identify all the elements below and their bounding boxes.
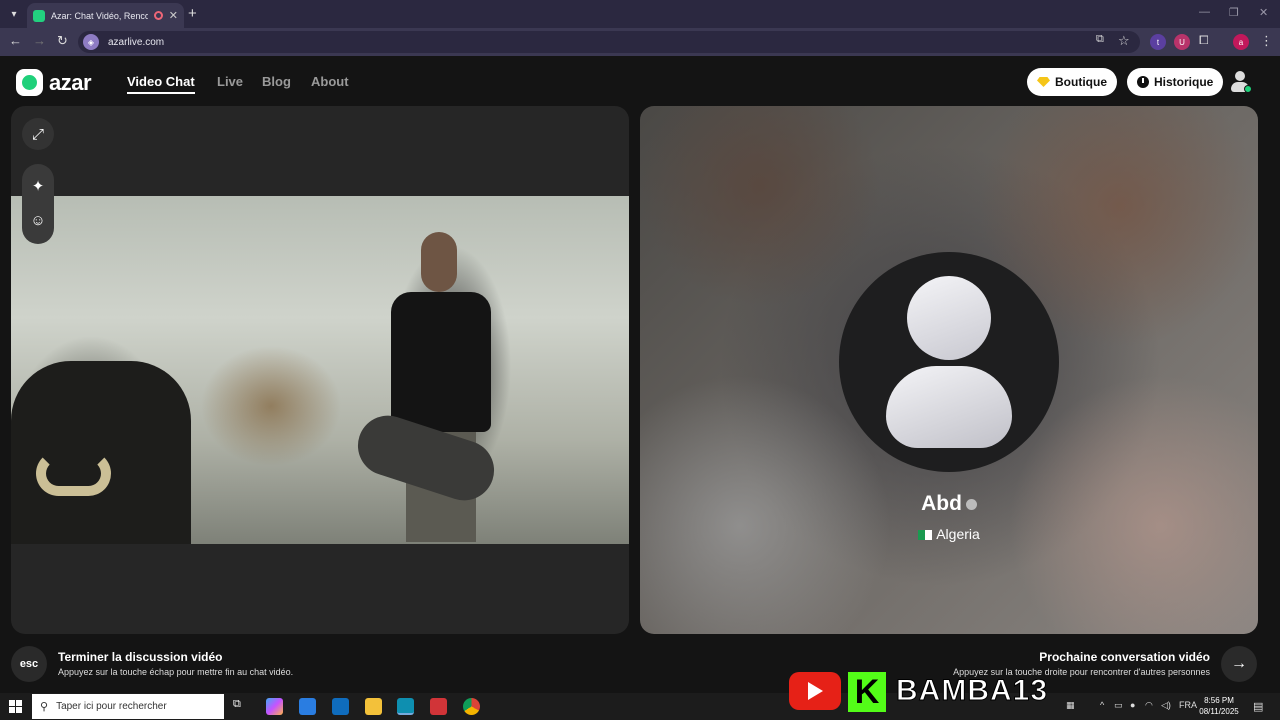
copilot-icon[interactable] [266, 698, 283, 715]
browser-tab-bar: ▾ Azar: Chat Vidéo, Rencontre ✕ + — ❐ ✕ [0, 0, 1280, 28]
clock-icon [1137, 76, 1149, 88]
face-mask-icon[interactable]: ☺ [22, 204, 54, 236]
youtube-logo-icon [789, 672, 841, 710]
user-avatar-icon[interactable] [1228, 70, 1252, 94]
task-view-icon[interactable]: ⧉ [233, 698, 250, 715]
recording-icon [153, 11, 163, 20]
browser-toolbar: ← → ↻ ◈ azarlive.com ⧉ ☆ t U ⧠ a ⋮ [0, 28, 1280, 56]
browser-tab[interactable]: Azar: Chat Vidéo, Rencontre ✕ [27, 3, 184, 28]
nav-about[interactable]: About [311, 74, 349, 89]
partner-country: Algeria [936, 526, 980, 542]
clock-time: 8:56 PM [1204, 696, 1234, 705]
extension-shield-icon[interactable]: U [1174, 34, 1190, 50]
chrome-icon[interactable] [463, 698, 480, 715]
nav-live[interactable]: Live [217, 74, 243, 89]
app-icon[interactable] [430, 698, 447, 715]
profile-icon[interactable]: a [1233, 34, 1249, 50]
windows-start-icon[interactable] [9, 700, 22, 713]
file-explorer-icon[interactable] [365, 698, 382, 715]
tab-search-icon[interactable]: ▾ [4, 4, 24, 24]
self-video-panel: ⤢ ✦ ☺ [11, 106, 629, 634]
volume-icon[interactable]: ◁) [1161, 700, 1171, 711]
forward-icon[interactable]: → [33, 33, 46, 48]
partner-name: Abd [921, 492, 962, 515]
expand-icon[interactable]: ⤢ [22, 118, 54, 150]
clock-date: 08/11/2025 [1199, 707, 1239, 716]
historique-label: Historique [1154, 75, 1214, 89]
windows-taskbar: ⚲ Taper ici pour rechercher ⧉ ▦ ^ ▭ ● ◠ … [0, 693, 1280, 720]
wifi-icon[interactable]: ◠ [1145, 700, 1153, 711]
partner-country-row: Algeria [640, 526, 1258, 542]
reload-icon[interactable]: ↻ [57, 33, 68, 49]
restore-icon[interactable]: ❐ [1229, 6, 1239, 19]
self-person [376, 232, 506, 542]
azar-page: azar Video Chat Live Blog About Boutique… [0, 56, 1280, 693]
gaming-chair [11, 361, 191, 544]
sparkle-effects-icon[interactable]: ✦ [22, 170, 54, 202]
next-chat-title: Prochaine conversation vidéo [1039, 650, 1210, 664]
tab-title: Azar: Chat Vidéo, Rencontre [51, 10, 148, 21]
diamond-icon [1037, 77, 1050, 87]
azar-logo-icon [16, 69, 43, 96]
boutique-button[interactable]: Boutique [1027, 68, 1117, 96]
effects-toolbar: ✦ ☺ [22, 164, 54, 244]
install-app-icon[interactable]: ⧉ [1096, 33, 1104, 46]
verified-badge-icon [965, 498, 977, 510]
azar-logo[interactable]: azar [16, 69, 92, 96]
edge-icon[interactable] [397, 698, 414, 715]
search-icon: ⚲ [40, 701, 49, 713]
extensions-puzzle-icon[interactable]: ⧠ [1199, 33, 1209, 48]
keyboard-icon[interactable]: ▦ [1066, 700, 1075, 711]
back-icon[interactable]: ← [9, 33, 22, 48]
end-chat-title: Terminer la discussion vidéo [58, 650, 223, 664]
arrow-right-icon: → [1231, 655, 1247, 672]
channel-name: BAMBA13 [895, 674, 1049, 708]
azar-favicon-icon [33, 9, 45, 22]
language-indicator[interactable]: FRA [1179, 700, 1197, 710]
microphone-tray-icon[interactable]: ● [1130, 700, 1135, 710]
tab-close-icon[interactable]: ✕ [169, 9, 178, 22]
mail-icon[interactable] [332, 698, 349, 715]
nav-video-chat[interactable]: Video Chat [127, 74, 195, 94]
network-icon[interactable]: ▭ [1114, 700, 1123, 711]
self-webcam-feed [11, 196, 629, 544]
minimize-icon[interactable]: — [1199, 6, 1210, 18]
new-tab-button[interactable]: + [188, 5, 197, 22]
kick-logo-icon: K [848, 672, 886, 712]
notifications-icon[interactable]: ▤ [1253, 700, 1263, 713]
end-chat-button[interactable]: esc [11, 646, 47, 682]
show-hidden-icons[interactable]: ^ [1100, 700, 1104, 710]
bookmark-star-icon[interactable]: ☆ [1118, 33, 1130, 49]
next-chat-button[interactable]: → [1221, 646, 1257, 682]
system-clock[interactable]: 8:56 PM 08/11/2025 [1198, 695, 1240, 717]
close-window-icon[interactable]: ✕ [1259, 6, 1268, 19]
site-info-icon[interactable]: ◈ [83, 34, 99, 50]
extension-t-icon[interactable]: t [1150, 34, 1166, 50]
store-icon[interactable] [299, 698, 316, 715]
end-chat-hint: Appuyez sur la touche échap pour mettre … [58, 667, 294, 677]
partner-avatar-icon [839, 252, 1059, 472]
taskbar-search[interactable]: ⚲ Taper ici pour rechercher [32, 694, 224, 719]
algeria-flag-icon [918, 530, 933, 541]
partner-name-row: Abd [640, 492, 1258, 516]
logo-text: azar [49, 69, 92, 95]
address-bar[interactable]: ◈ azarlive.com [78, 31, 1140, 53]
menu-kebab-icon[interactable]: ⋮ [1260, 33, 1273, 49]
boutique-label: Boutique [1055, 75, 1107, 89]
historique-button[interactable]: Historique [1127, 68, 1224, 96]
nav-blog[interactable]: Blog [262, 74, 291, 89]
url-text: azarlive.com [108, 36, 165, 48]
taskbar-search-text: Taper ici pour rechercher [56, 701, 167, 712]
partner-video-panel: Abd Algeria [640, 106, 1258, 634]
